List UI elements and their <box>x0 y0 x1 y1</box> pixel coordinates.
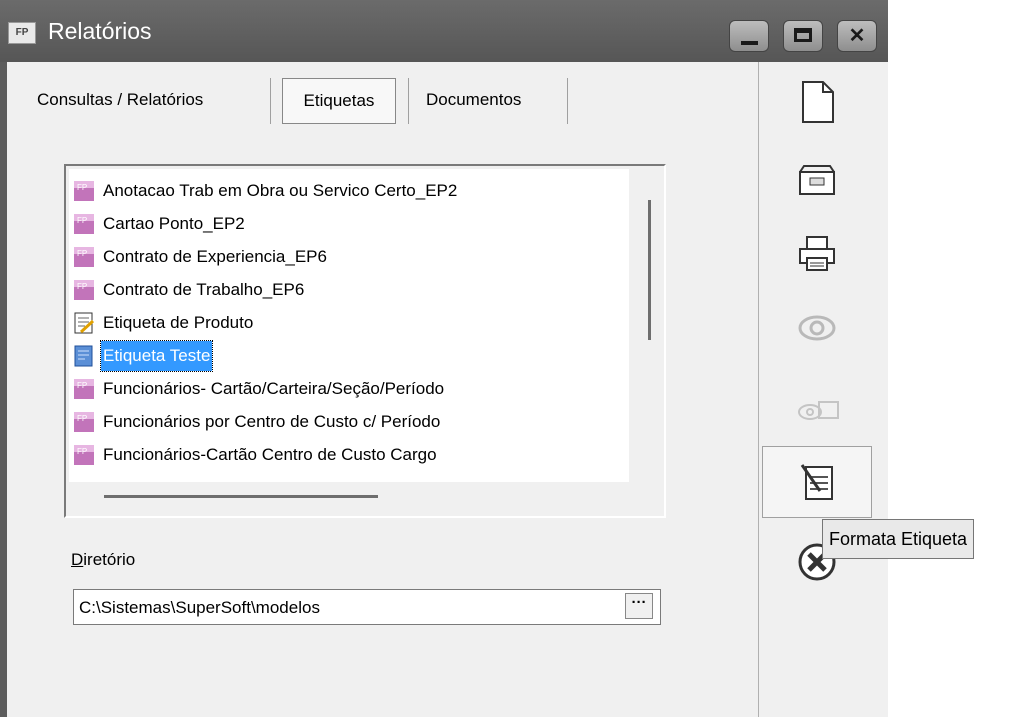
minimize-icon <box>741 41 758 45</box>
maximize-button[interactable] <box>783 20 823 52</box>
toolbar-separator <box>758 62 759 717</box>
minimize-button[interactable] <box>729 20 769 52</box>
list-item-label: Contrato de Trabalho_EP6 <box>103 280 305 299</box>
directory-label: Diretório <box>71 550 136 569</box>
svg-text:FP: FP <box>77 282 87 291</box>
tab-separator <box>408 78 409 124</box>
report-icon: FP <box>74 247 94 267</box>
tab-documentos[interactable]: Documentos <box>426 78 521 122</box>
new-button[interactable] <box>762 66 872 138</box>
list-item-label: Funcionários por Centro de Custo c/ Perí… <box>103 412 441 431</box>
list-item-label: Funcionários- Cartão/Carteira/Seção/Perí… <box>103 379 445 398</box>
svg-text:FP: FP <box>77 216 87 225</box>
directory-value[interactable]: C:\Sistemas\SuperSoft\modelos <box>79 598 320 618</box>
svg-text:FP: FP <box>77 183 87 192</box>
directory-field[interactable]: C:\Sistemas\SuperSoft\modelos ··· <box>73 589 661 625</box>
title-bar[interactable]: FP Relatórios ✕ <box>0 0 888 62</box>
open-folder-icon <box>799 165 835 195</box>
label-blue-icon <box>74 345 93 367</box>
app-icon: FP <box>8 22 36 44</box>
report-icon: FP <box>74 214 94 234</box>
tab-consultas-relatorios[interactable]: Consultas / Relatórios <box>37 78 203 122</box>
tooltip: Formata Etiqueta <box>822 519 975 559</box>
reports-window: FP Relatórios ✕ Consultas / Relatórios E… <box>0 0 888 717</box>
label-edit-icon <box>74 312 95 334</box>
report-icon: FP <box>74 412 94 432</box>
labels-list[interactable]: FP Anotacao Trab em Obra ou Servico Cert… <box>69 169 629 482</box>
list-item-label: Etiqueta de Produto <box>103 313 254 332</box>
window-title: Relatórios <box>48 18 152 44</box>
format-label-button[interactable] <box>762 446 872 518</box>
list-item-label: Etiqueta Teste <box>99 340 214 372</box>
svg-text:FP: FP <box>77 414 87 423</box>
preview-button[interactable] <box>762 296 872 368</box>
report-icon: FP <box>74 280 94 300</box>
svg-text:FP: FP <box>77 249 87 258</box>
print-button[interactable] <box>762 220 872 292</box>
printer-icon <box>799 236 835 271</box>
list-item-label: Cartao Ponto_EP2 <box>103 214 245 233</box>
preview-eye-icon <box>798 315 836 341</box>
window-frame-left <box>0 62 7 717</box>
tab-separator <box>567 78 568 124</box>
preview-folder-button[interactable] <box>762 374 872 446</box>
report-icon: FP <box>74 445 94 465</box>
report-icon: FP <box>74 181 94 201</box>
new-document-icon <box>802 81 834 123</box>
list-item-label: Contrato de Experiencia_EP6 <box>103 247 327 266</box>
tab-separator <box>270 78 271 124</box>
format-label-icon <box>800 464 833 500</box>
eye-folder-icon <box>798 401 839 420</box>
close-button[interactable]: ✕ <box>837 20 877 52</box>
maximize-icon <box>794 28 812 42</box>
horizontal-scrollbar[interactable] <box>104 495 378 498</box>
browse-button[interactable]: ··· <box>625 593 653 619</box>
close-icon: ✕ <box>848 25 866 47</box>
svg-text:FP: FP <box>77 447 87 456</box>
report-icon: FP <box>74 379 94 399</box>
svg-text:FP: FP <box>77 381 87 390</box>
tab-etiquetas[interactable]: Etiquetas <box>282 78 396 124</box>
list-item-label: Anotacao Trab em Obra ou Servico Certo_E… <box>103 181 458 200</box>
vertical-scrollbar[interactable] <box>648 200 651 340</box>
open-button[interactable] <box>762 146 872 218</box>
list-item-label: Funcionários-Cartão Centro de Custo Carg… <box>103 445 437 464</box>
